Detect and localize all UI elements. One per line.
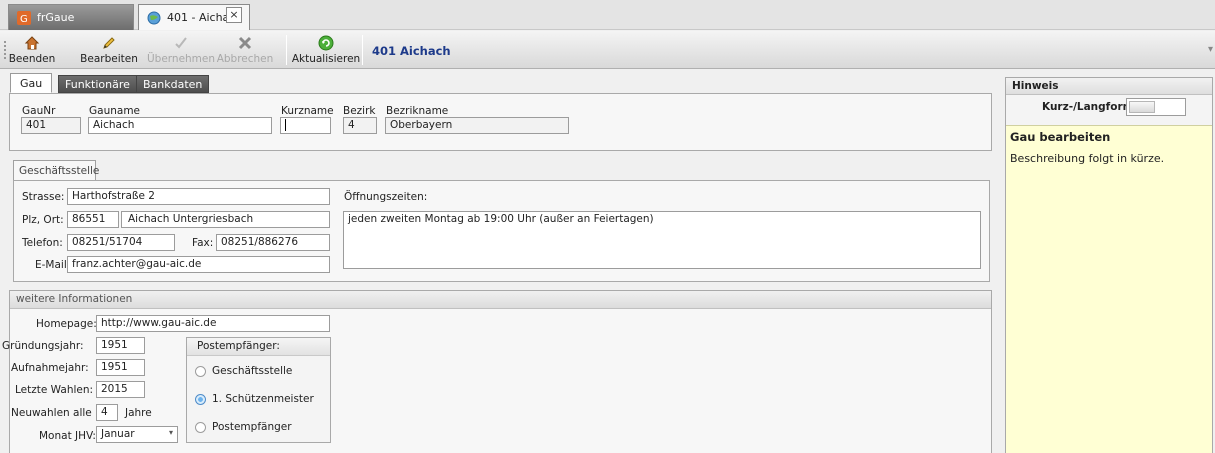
radio-schuetzenmeister[interactable]: 1. Schützenmeister: [195, 393, 314, 405]
bezirkname-label: Bezrikname: [386, 105, 449, 117]
document-tab-bar: G frGaue 401 - Aichach ×: [0, 0, 1215, 30]
gauname-field[interactable]: Aichach: [88, 117, 272, 134]
radio-geschaeftsstelle[interactable]: Geschäftsstelle: [195, 365, 292, 377]
gruendungsjahr-label: Gründungsjahr:: [2, 340, 84, 352]
abbrechen-label: Abbrechen: [216, 53, 274, 65]
cross-icon: [237, 35, 253, 51]
aktualisieren-button[interactable]: Aktualisieren: [291, 33, 361, 67]
gau-panel: GauNr Gauname Kurzname Bezirk Bezrikname…: [9, 93, 992, 151]
radio-button-icon: [195, 421, 206, 433]
text-caret: [285, 119, 286, 131]
hinweis-panel: Hinweis Kurz-/Langform Gau bearbeiten Be…: [1005, 77, 1213, 453]
hinweis-note: Gau bearbeiten Beschreibung folgt in kür…: [1006, 125, 1212, 453]
gaunr-field[interactable]: 401: [21, 117, 81, 134]
radio-button-selected-icon: [195, 393, 206, 405]
kurzname-label: Kurzname: [281, 105, 334, 117]
monat-jhv-select[interactable]: Januar ▾: [96, 426, 178, 443]
homepage-label: Homepage:: [36, 318, 97, 330]
fax-field[interactable]: 08251/886276: [216, 234, 330, 251]
weitere-informationen-panel: weitere Informationen Homepage: http://w…: [2, 290, 992, 453]
telefon-field[interactable]: 08251/51704: [67, 234, 175, 251]
checkmark-icon: [173, 35, 189, 51]
chevron-down-icon: ▾: [168, 428, 173, 437]
postempfaenger-group: Postempfänger: Geschäftsstelle 1. Schütz…: [186, 337, 331, 443]
oeffnungszeiten-field[interactable]: jeden zweiten Montag ab 19:00 Uhr (außer…: [343, 211, 981, 269]
abbrechen-button[interactable]: Abbrechen: [212, 33, 278, 67]
strasse-label: Strasse:: [22, 191, 65, 203]
plz-ort-label: Plz, Ort:: [22, 214, 64, 226]
beenden-button[interactable]: Beenden: [8, 33, 56, 67]
bezirk-label: Bezirk: [343, 105, 376, 117]
weitere-informationen-title: weitere Informationen: [10, 291, 991, 309]
close-icon: ×: [229, 8, 239, 21]
telefon-label: Telefon:: [22, 237, 63, 249]
gaunr-label: GauNr: [22, 105, 56, 117]
tab-bankdaten[interactable]: Bankdaten: [136, 75, 210, 93]
bearbeiten-button[interactable]: Bearbeiten: [80, 33, 138, 67]
letzte-wahlen-label: Letzte Wahlen:: [15, 384, 94, 396]
bearbeiten-label: Bearbeiten: [80, 53, 138, 65]
hinweis-title: Hinweis: [1006, 78, 1212, 95]
bezirkname-field[interactable]: Oberbayern: [385, 117, 569, 134]
toolbar-separator: [362, 35, 363, 65]
refresh-icon: [318, 35, 334, 51]
kurz-langform-label: Kurz-/Langform: [1042, 101, 1134, 113]
letzte-wahlen-field[interactable]: 2015: [96, 381, 145, 398]
radio-postempfaenger[interactable]: Postempfänger: [195, 421, 292, 433]
beenden-label: Beenden: [8, 53, 56, 65]
tab-gau[interactable]: Gau: [10, 73, 53, 93]
uebernehmen-label: Übernehmen: [146, 53, 216, 65]
neuwahlen-label: Neuwahlen alle: [11, 407, 92, 419]
tab-funktionaere[interactable]: Funktionäre: [58, 75, 137, 93]
aktualisieren-label: Aktualisieren: [291, 53, 361, 65]
radio-button-icon: [195, 365, 206, 377]
note-title: Gau bearbeiten: [1010, 130, 1111, 144]
ort-field[interactable]: Aichach Untergriesbach: [121, 211, 330, 228]
plz-field[interactable]: 86551: [67, 211, 119, 228]
monat-jhv-label: Monat JHV:: [39, 430, 96, 442]
content-tab-bar: Gau Funktionäre Bankdaten: [0, 70, 1000, 93]
gauname-label: Gauname: [89, 105, 141, 117]
email-label: E-Mail: [35, 259, 67, 271]
fax-label: Fax:: [192, 237, 214, 249]
toggle-knob[interactable]: [1129, 101, 1155, 113]
geschaeftsstelle-panel: Strasse: Harthofstraße 2 Plz, Ort: 86551…: [13, 180, 990, 282]
aufnahmejahr-field[interactable]: 1951: [96, 359, 145, 376]
doc-tab-label: frGaue: [37, 11, 75, 24]
pencil-icon: [101, 35, 117, 51]
strasse-field[interactable]: Harthofstraße 2: [67, 188, 330, 205]
svg-text:G: G: [20, 14, 28, 25]
postempfaenger-title: Postempfänger:: [187, 338, 330, 356]
kurz-langform-toggle[interactable]: [1126, 98, 1186, 116]
app-icon: G: [17, 10, 31, 25]
gruendungsjahr-field[interactable]: 1951: [96, 337, 145, 354]
toolbar: Beenden Bearbeiten Übernehmen Abbrechen …: [0, 31, 1215, 69]
bezirk-field[interactable]: 4: [343, 117, 377, 134]
note-text: Beschreibung folgt in kürze.: [1010, 152, 1165, 165]
kurzname-field[interactable]: [280, 117, 331, 134]
email-field[interactable]: franz.achter@gau-aic.de: [67, 256, 330, 273]
toolbar-overflow-icon[interactable]: ▾: [1208, 44, 1213, 55]
doc-tab-frgaue[interactable]: G frGaue: [8, 4, 134, 30]
homepage-field[interactable]: http://www.gau-aic.de: [96, 315, 330, 332]
oeffnungszeiten-label: Öffnungszeiten:: [344, 191, 428, 203]
exit-icon: [24, 35, 40, 51]
toolbar-separator: [286, 35, 287, 65]
aufnahmejahr-label: Aufnahmejahr:: [11, 362, 89, 374]
toolbar-grip[interactable]: [4, 41, 7, 59]
uebernehmen-button[interactable]: Übernehmen: [146, 33, 216, 67]
geschaeftsstelle-tab[interactable]: Geschäftsstelle: [13, 160, 99, 180]
record-title: 401 Aichach: [372, 44, 451, 58]
neuwahlen-field[interactable]: 4: [96, 404, 118, 421]
close-tab-button[interactable]: ×: [226, 7, 242, 23]
globe-icon: [147, 11, 161, 25]
jahre-label: Jahre: [125, 407, 152, 419]
